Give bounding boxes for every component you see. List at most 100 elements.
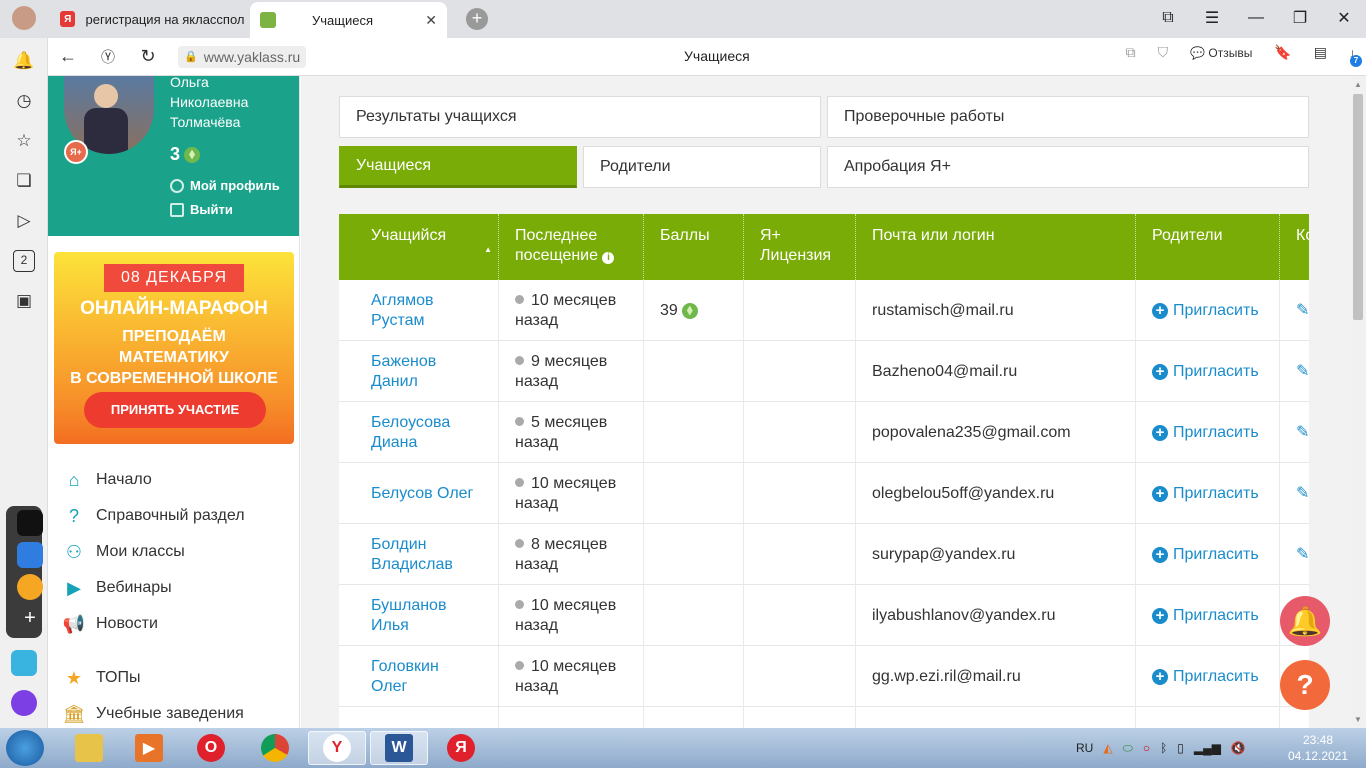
tab-approbation[interactable]: Апробация Я+ bbox=[827, 146, 1309, 188]
notifications-bell-icon[interactable]: 🔔 bbox=[13, 50, 35, 72]
marathon-banner[interactable]: 08 ДЕКАБРЯ ОНЛАЙН-МАРАФОН ПРЕПОДАЁМ МАТЕ… bbox=[54, 252, 294, 444]
tray-bluetooth-icon[interactable]: ᛒ bbox=[1160, 741, 1167, 755]
menu-icon[interactable]: ☰ bbox=[1190, 0, 1234, 36]
edit-icon[interactable]: ✎ bbox=[1296, 484, 1309, 504]
invite-parent-button[interactable]: + Пригласить bbox=[1152, 423, 1259, 443]
invite-parent-button[interactable]: + Пригласить bbox=[1152, 667, 1259, 687]
yandex-icon[interactable]: Ⓨ bbox=[88, 47, 128, 67]
page-scrollbar[interactable]: ▲ ▼ bbox=[1351, 76, 1366, 728]
tray-volume-icon[interactable]: 🔇 bbox=[1231, 741, 1246, 755]
app-alice-voice-icon[interactable] bbox=[11, 690, 37, 716]
col-student[interactable]: Учащийся ▲ bbox=[355, 214, 499, 280]
invite-parent-button[interactable]: + Пригласить bbox=[1152, 545, 1259, 565]
media-play-icon[interactable]: ▷ bbox=[13, 210, 35, 232]
minimize-button[interactable]: — bbox=[1234, 0, 1278, 36]
tab-collection-icon[interactable]: ⧉ bbox=[1146, 0, 1190, 36]
invite-parent-button[interactable]: + Пригласить bbox=[1152, 484, 1259, 504]
help-question-button[interactable]: ? bbox=[1280, 660, 1330, 710]
last-visit-text: 10 месяцев bbox=[531, 657, 617, 675]
nav-item-webinars[interactable]: ▶ Вебинары bbox=[62, 576, 172, 600]
student-name-link[interactable]: Заметаева bbox=[355, 707, 499, 728]
tray-opera-icon[interactable]: ○ bbox=[1143, 741, 1150, 755]
nav-item-help[interactable]: ? Справочный раздел bbox=[62, 504, 245, 528]
tab-students[interactable]: Учащиеся bbox=[339, 146, 577, 188]
nav-item-my-classes[interactable]: ⚇ Мои классы bbox=[62, 540, 185, 564]
bookmark-icon[interactable]: 🔖 bbox=[1274, 44, 1291, 61]
nav-item-news[interactable]: 📢 Новости bbox=[62, 612, 158, 636]
tray-app-icon[interactable]: ⬭ bbox=[1123, 741, 1133, 756]
reviews-button[interactable]: 💬 Отзывы bbox=[1190, 46, 1252, 60]
taskbar-media-player[interactable]: ▶ bbox=[120, 731, 178, 765]
browser-profile-avatar[interactable] bbox=[12, 6, 36, 30]
student-name-link[interactable]: Белоусова Диана bbox=[355, 402, 499, 463]
scrollbar-thumb[interactable] bbox=[1353, 94, 1363, 320]
app-zen-icon[interactable] bbox=[17, 574, 43, 600]
nav-item-home[interactable]: ⌂ Начало bbox=[62, 468, 152, 492]
extensions-icon[interactable]: ▤ bbox=[1314, 44, 1327, 61]
downloads-icon[interactable]: ↓ 7 bbox=[1349, 45, 1362, 67]
student-name-link[interactable]: Болдин Владислав bbox=[355, 524, 499, 585]
invite-parent-button[interactable]: + Пригласить bbox=[1152, 301, 1259, 321]
app-messenger-icon[interactable] bbox=[11, 650, 37, 676]
tab-tests[interactable]: Проверочные работы bbox=[827, 96, 1309, 138]
nav-label: ТОПы bbox=[96, 669, 141, 686]
invite-parent-button[interactable]: + Пригласить bbox=[1152, 362, 1259, 382]
scroll-up-icon[interactable]: ▲ bbox=[1354, 80, 1362, 89]
edit-icon[interactable]: ✎ bbox=[1296, 423, 1309, 443]
tab-parents[interactable]: Родители bbox=[583, 146, 821, 188]
student-name-link[interactable]: Аглямов Рустам bbox=[355, 280, 499, 341]
taskbar-clock[interactable]: 23:48 04.12.2021 bbox=[1286, 732, 1350, 764]
my-profile-link[interactable]: Мой профиль bbox=[170, 178, 280, 193]
add-app-plus-icon[interactable]: + bbox=[17, 606, 43, 632]
start-button[interactable] bbox=[6, 730, 44, 766]
edit-icon[interactable]: ✎ bbox=[1296, 362, 1309, 382]
participate-button[interactable]: ПРИНЯТЬ УЧАСТИЕ bbox=[84, 392, 266, 428]
tray-device-icon[interactable]: ▯ bbox=[1177, 741, 1184, 755]
taskbar-chrome[interactable] bbox=[246, 731, 304, 765]
browser-tab-students[interactable]: Учащиеся ✕ bbox=[250, 2, 447, 38]
edit-icon[interactable]: ✎ bbox=[1296, 301, 1309, 321]
edit-icon[interactable]: ✎ bbox=[1296, 545, 1309, 565]
tab-count-icon[interactable]: 2 bbox=[13, 250, 35, 272]
taskbar-yandex-browser[interactable]: Y bbox=[308, 731, 366, 765]
taskbar-yandex[interactable]: Я bbox=[432, 731, 490, 765]
collections-icon[interactable]: ❏ bbox=[13, 170, 35, 192]
close-tab-icon[interactable]: ✕ bbox=[425, 12, 437, 29]
logout-link[interactable]: Выйти bbox=[170, 202, 233, 217]
protect-shield-icon[interactable]: ⛉ bbox=[1158, 44, 1169, 61]
app-alice-icon[interactable] bbox=[17, 510, 43, 536]
tray-app-icon[interactable]: ◭ bbox=[1103, 741, 1112, 755]
back-button[interactable]: ← bbox=[48, 46, 88, 67]
table-header: Учащийся ▲ Последнее посещение i Баллы Я… bbox=[339, 214, 1309, 280]
url-field[interactable]: 🔒 www.yaklass.ru bbox=[178, 45, 307, 68]
bookmarks-star-icon[interactable]: ☆ bbox=[13, 130, 35, 152]
new-tab-button[interactable]: + bbox=[466, 8, 488, 30]
taskbar-opera[interactable]: O bbox=[182, 731, 240, 765]
reload-button[interactable]: ↻ bbox=[128, 46, 168, 67]
nav-item-schools[interactable]: 🏛 Учебные заведения bbox=[62, 702, 244, 726]
student-name-link[interactable]: Баженов Данил bbox=[355, 341, 499, 402]
last-visit-text: 10 месяцев bbox=[531, 474, 617, 492]
language-indicator[interactable]: RU bbox=[1076, 741, 1093, 755]
nav-item-tops[interactable]: ★ ТОПы bbox=[62, 666, 141, 690]
student-name-link[interactable]: Белусов Олег bbox=[355, 463, 499, 524]
student-name-link[interactable]: Головкин Олег bbox=[355, 646, 499, 707]
tray-network-icon[interactable]: ▂▄▆ bbox=[1194, 741, 1221, 755]
restore-button[interactable]: ❐ bbox=[1278, 0, 1322, 36]
email-cell: popovalena235@gmail.com bbox=[856, 402, 1136, 463]
header-label: Я+ bbox=[760, 227, 781, 244]
close-window-button[interactable]: ✕ bbox=[1322, 0, 1366, 36]
taskbar-explorer[interactable] bbox=[60, 731, 118, 765]
scroll-down-icon[interactable]: ▼ bbox=[1354, 715, 1362, 724]
notifications-bell-button[interactable]: 🔔 bbox=[1280, 596, 1330, 646]
app-market-icon[interactable] bbox=[17, 542, 43, 568]
browser-tab-registration[interactable]: Я регистрация на якласспол bbox=[50, 4, 250, 34]
tab-student-results[interactable]: Результаты учащихся bbox=[339, 96, 821, 138]
student-name-link[interactable]: Бушланов Илья bbox=[355, 585, 499, 646]
history-clock-icon[interactable]: ◷ bbox=[13, 90, 35, 112]
screenshot-camera-icon[interactable]: ▣ bbox=[13, 290, 35, 312]
taskbar-word[interactable]: W bbox=[370, 731, 428, 765]
info-icon[interactable]: i bbox=[602, 252, 615, 264]
copy-icon[interactable]: ⧉ bbox=[1126, 44, 1136, 61]
invite-parent-button[interactable]: + Пригласить bbox=[1152, 606, 1259, 626]
